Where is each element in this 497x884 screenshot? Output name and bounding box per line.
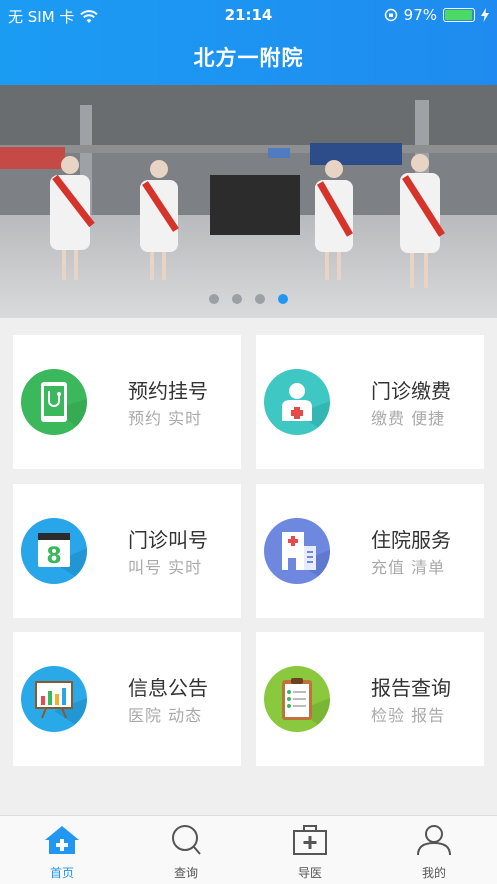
tab-home[interactable]: 首页 bbox=[22, 824, 102, 881]
tab-label: 查询 bbox=[173, 866, 198, 880]
card-subtitle: 预约 实时 bbox=[128, 409, 203, 428]
card-title: 门诊叫号 bbox=[128, 528, 208, 552]
app-header: 无 SIM 卡 21:14 97% 北方一附院 bbox=[0, 0, 497, 85]
page-title: 北方一附院 bbox=[193, 46, 304, 70]
carousel-indicator[interactable] bbox=[0, 294, 497, 304]
card-title: 报告查询 bbox=[371, 676, 451, 700]
clipboard-icon bbox=[264, 666, 330, 732]
charging-icon bbox=[481, 8, 489, 22]
phone-stethoscope-icon bbox=[21, 369, 87, 435]
announcement-card[interactable]: 信息公告 医院 动态 bbox=[13, 632, 241, 766]
card-subtitle: 检验 报告 bbox=[371, 706, 446, 725]
carousel-dot[interactable] bbox=[255, 294, 265, 304]
tab-label: 首页 bbox=[49, 866, 74, 880]
report-query-card[interactable]: 报告查询 检验 报告 bbox=[256, 632, 484, 766]
card-title: 信息公告 bbox=[128, 676, 208, 700]
card-title: 预约挂号 bbox=[128, 379, 208, 403]
appointment-card[interactable]: 预约挂号 预约 实时 bbox=[13, 335, 241, 469]
hospital-building-icon bbox=[264, 518, 330, 584]
doctor-icon bbox=[264, 369, 330, 435]
carousel-dot[interactable] bbox=[209, 294, 219, 304]
presentation-board-icon bbox=[21, 666, 87, 732]
hospital-lobby-photo bbox=[0, 85, 497, 318]
battery-icon bbox=[443, 8, 475, 22]
carousel-dot-active[interactable] bbox=[278, 294, 288, 304]
card-title: 住院服务 bbox=[371, 528, 451, 552]
outpatient-payment-card[interactable]: 门诊缴费 缴费 便捷 bbox=[256, 335, 484, 469]
status-bar: 无 SIM 卡 21:14 97% bbox=[0, 4, 497, 26]
user-icon bbox=[417, 825, 451, 856]
inpatient-service-card[interactable]: 住院服务 充值 清单 bbox=[256, 484, 484, 618]
svg-text:8: 8 bbox=[46, 544, 61, 569]
battery-percent: 97% bbox=[403, 6, 437, 24]
bottom-tab-bar: 首页 查询 导医 我的 bbox=[0, 815, 497, 884]
medical-kit-icon bbox=[293, 825, 327, 855]
card-subtitle: 缴费 便捷 bbox=[371, 409, 446, 428]
tab-guide[interactable]: 导医 bbox=[270, 824, 350, 881]
hospital-banner-carousel[interactable] bbox=[0, 85, 497, 318]
queue-call-card[interactable]: 8 门诊叫号 叫号 实时 bbox=[13, 484, 241, 618]
search-icon bbox=[172, 825, 201, 855]
tab-label: 导医 bbox=[297, 866, 322, 880]
card-title: 门诊缴费 bbox=[371, 379, 451, 403]
tab-mine[interactable]: 我的 bbox=[394, 824, 474, 881]
card-subtitle: 叫号 实时 bbox=[128, 558, 203, 577]
rotation-lock-icon bbox=[384, 8, 397, 22]
home-icon bbox=[45, 826, 79, 854]
card-subtitle: 医院 动态 bbox=[128, 706, 203, 725]
carousel-dot[interactable] bbox=[232, 294, 242, 304]
calendar-8-icon: 8 bbox=[21, 518, 87, 584]
tab-label: 我的 bbox=[421, 866, 446, 880]
card-subtitle: 充值 清单 bbox=[371, 558, 446, 577]
tab-search[interactable]: 查询 bbox=[146, 824, 226, 881]
